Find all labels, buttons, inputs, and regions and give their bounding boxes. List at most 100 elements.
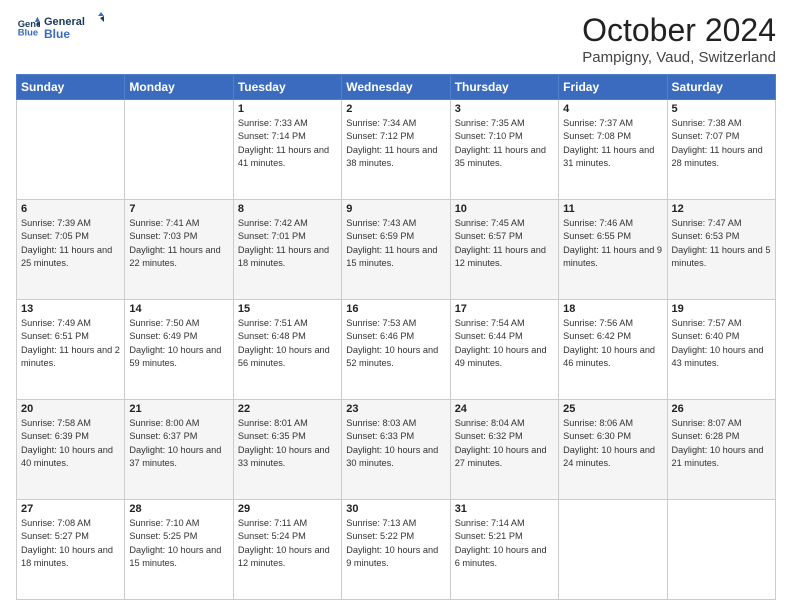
day-number: 23 [346, 403, 445, 415]
day-number: 26 [672, 403, 771, 415]
calendar-cell: 13 Sunrise: 7:49 AM Sunset: 6:51 PM Dayli… [17, 300, 125, 400]
day-info: Sunrise: 8:07 AM Sunset: 6:28 PM Dayligh… [672, 417, 771, 470]
day-info: Sunrise: 7:33 AM Sunset: 7:14 PM Dayligh… [238, 117, 337, 170]
calendar-cell: 19 Sunrise: 7:57 AM Sunset: 6:40 PM Dayli… [667, 300, 775, 400]
calendar-cell [17, 100, 125, 200]
day-number: 21 [129, 403, 228, 415]
location-title: Pampigny, Vaud, Switzerland [582, 49, 776, 66]
week-row-5: 27Sunrise: 7:08 AM Sunset: 5:27 PM Dayli… [17, 500, 776, 600]
day-number: 28 [129, 503, 228, 515]
calendar-cell: 29 Sunrise: 7:11 AM Sunset: 5:24 PM Dayli… [233, 500, 341, 600]
weekday-header-row: SundayMondayTuesdayWednesdayThursdayFrid… [17, 75, 776, 100]
logo: General Blue General Blue [16, 12, 104, 42]
calendar-cell: 16 Sunrise: 7:53 AM Sunset: 6:46 PM Dayli… [342, 300, 450, 400]
day-info: Sunrise: 8:00 AM Sunset: 6:37 PM Dayligh… [129, 417, 228, 470]
calendar-cell: 6 Sunrise: 7:39 AM Sunset: 7:05 PM Daylig… [17, 200, 125, 300]
calendar-cell: 8Sunrise: 7:42 AM Sunset: 7:01 PM Daylig… [233, 200, 341, 300]
calendar-cell: 26 Sunrise: 8:07 AM Sunset: 6:28 PM Dayli… [667, 400, 775, 500]
day-number: 3 [455, 103, 554, 115]
day-number: 14 [129, 303, 228, 315]
day-info: Sunrise: 7:39 AM Sunset: 7:05 PM Dayligh… [21, 217, 120, 270]
week-row-4: 20Sunrise: 7:58 AM Sunset: 6:39 PM Dayli… [17, 400, 776, 500]
day-info: Sunrise: 7:46 AM Sunset: 6:55 PM Dayligh… [563, 217, 662, 270]
day-number: 11 [563, 203, 662, 215]
calendar-cell: 23 Sunrise: 8:03 AM Sunset: 6:33 PM Dayli… [342, 400, 450, 500]
day-number: 6 [21, 203, 120, 215]
day-info: Sunrise: 7:43 AM Sunset: 6:59 PM Dayligh… [346, 217, 445, 270]
day-info: Sunrise: 7:42 AM Sunset: 7:01 PM Dayligh… [238, 217, 337, 270]
calendar-cell: 17 Sunrise: 7:54 AM Sunset: 6:44 PM Dayli… [450, 300, 558, 400]
day-info: Sunrise: 7:11 AM Sunset: 5:24 PM Dayligh… [238, 517, 337, 570]
day-number: 12 [672, 203, 771, 215]
calendar-cell: 2Sunrise: 7:34 AM Sunset: 7:12 PM Daylig… [342, 100, 450, 200]
day-number: 1 [238, 103, 337, 115]
day-info: Sunrise: 7:57 AM Sunset: 6:40 PM Dayligh… [672, 317, 771, 370]
day-info: Sunrise: 8:04 AM Sunset: 6:32 PM Dayligh… [455, 417, 554, 470]
day-info: Sunrise: 7:14 AM Sunset: 5:21 PM Dayligh… [455, 517, 554, 570]
logo-icon: General Blue [16, 15, 40, 39]
calendar-cell: 20Sunrise: 7:58 AM Sunset: 6:39 PM Dayli… [17, 400, 125, 500]
calendar-cell: 18 Sunrise: 7:56 AM Sunset: 6:42 PM Dayli… [559, 300, 667, 400]
day-number: 22 [238, 403, 337, 415]
day-info: Sunrise: 8:06 AM Sunset: 6:30 PM Dayligh… [563, 417, 662, 470]
svg-text:Blue: Blue [44, 27, 70, 41]
calendar-cell: 5 Sunrise: 7:38 AM Sunset: 7:07 PM Daylig… [667, 100, 775, 200]
day-number: 10 [455, 203, 554, 215]
calendar-cell [667, 500, 775, 600]
month-title: October 2024 [582, 12, 776, 49]
weekday-header-wednesday: Wednesday [342, 75, 450, 100]
day-number: 15 [238, 303, 337, 315]
day-number: 5 [672, 103, 771, 115]
weekday-header-thursday: Thursday [450, 75, 558, 100]
day-number: 27 [21, 503, 120, 515]
day-info: Sunrise: 7:47 AM Sunset: 6:53 PM Dayligh… [672, 217, 771, 270]
week-row-1: 1 Sunrise: 7:33 AM Sunset: 7:14 PM Daylig… [17, 100, 776, 200]
header: General Blue General Blue October 2024 P… [16, 12, 776, 66]
day-number: 29 [238, 503, 337, 515]
calendar-cell: 27Sunrise: 7:08 AM Sunset: 5:27 PM Dayli… [17, 500, 125, 600]
calendar-cell [125, 100, 233, 200]
calendar-cell: 21 Sunrise: 8:00 AM Sunset: 6:37 PM Dayli… [125, 400, 233, 500]
day-number: 16 [346, 303, 445, 315]
day-info: Sunrise: 7:34 AM Sunset: 7:12 PM Dayligh… [346, 117, 445, 170]
calendar-cell: 31 Sunrise: 7:14 AM Sunset: 5:21 PM Dayli… [450, 500, 558, 600]
calendar-cell: 24 Sunrise: 8:04 AM Sunset: 6:32 PM Dayli… [450, 400, 558, 500]
day-number: 30 [346, 503, 445, 515]
day-number: 9 [346, 203, 445, 215]
calendar-cell: 4Sunrise: 7:37 AM Sunset: 7:08 PM Daylig… [559, 100, 667, 200]
calendar-cell: 10 Sunrise: 7:45 AM Sunset: 6:57 PM Dayli… [450, 200, 558, 300]
day-number: 19 [672, 303, 771, 315]
calendar-cell: 3 Sunrise: 7:35 AM Sunset: 7:10 PM Daylig… [450, 100, 558, 200]
day-info: Sunrise: 7:49 AM Sunset: 6:51 PM Dayligh… [21, 317, 120, 370]
title-block: October 2024 Pampigny, Vaud, Switzerland [582, 12, 776, 66]
day-number: 13 [21, 303, 120, 315]
day-info: Sunrise: 7:13 AM Sunset: 5:22 PM Dayligh… [346, 517, 445, 570]
day-info: Sunrise: 7:51 AM Sunset: 6:48 PM Dayligh… [238, 317, 337, 370]
day-info: Sunrise: 7:45 AM Sunset: 6:57 PM Dayligh… [455, 217, 554, 270]
calendar-table: SundayMondayTuesdayWednesdayThursdayFrid… [16, 74, 776, 600]
day-info: Sunrise: 7:56 AM Sunset: 6:42 PM Dayligh… [563, 317, 662, 370]
logo-text-svg: General Blue [44, 12, 104, 42]
day-number: 18 [563, 303, 662, 315]
day-info: Sunrise: 7:54 AM Sunset: 6:44 PM Dayligh… [455, 317, 554, 370]
day-number: 4 [563, 103, 662, 115]
calendar-cell: 14 Sunrise: 7:50 AM Sunset: 6:49 PM Dayli… [125, 300, 233, 400]
day-info: Sunrise: 8:03 AM Sunset: 6:33 PM Dayligh… [346, 417, 445, 470]
day-info: Sunrise: 7:35 AM Sunset: 7:10 PM Dayligh… [455, 117, 554, 170]
day-info: Sunrise: 7:38 AM Sunset: 7:07 PM Dayligh… [672, 117, 771, 170]
calendar-cell: 28Sunrise: 7:10 AM Sunset: 5:25 PM Dayli… [125, 500, 233, 600]
day-number: 25 [563, 403, 662, 415]
day-number: 31 [455, 503, 554, 515]
week-row-3: 13 Sunrise: 7:49 AM Sunset: 6:51 PM Dayli… [17, 300, 776, 400]
day-info: Sunrise: 7:53 AM Sunset: 6:46 PM Dayligh… [346, 317, 445, 370]
week-row-2: 6 Sunrise: 7:39 AM Sunset: 7:05 PM Daylig… [17, 200, 776, 300]
weekday-header-saturday: Saturday [667, 75, 775, 100]
weekday-header-tuesday: Tuesday [233, 75, 341, 100]
day-number: 24 [455, 403, 554, 415]
day-number: 17 [455, 303, 554, 315]
page: General Blue General Blue October 2024 P… [0, 0, 792, 612]
calendar-cell: 1 Sunrise: 7:33 AM Sunset: 7:14 PM Daylig… [233, 100, 341, 200]
day-number: 20 [21, 403, 120, 415]
calendar-cell: 25 Sunrise: 8:06 AM Sunset: 6:30 PM Dayli… [559, 400, 667, 500]
day-info: Sunrise: 7:50 AM Sunset: 6:49 PM Dayligh… [129, 317, 228, 370]
